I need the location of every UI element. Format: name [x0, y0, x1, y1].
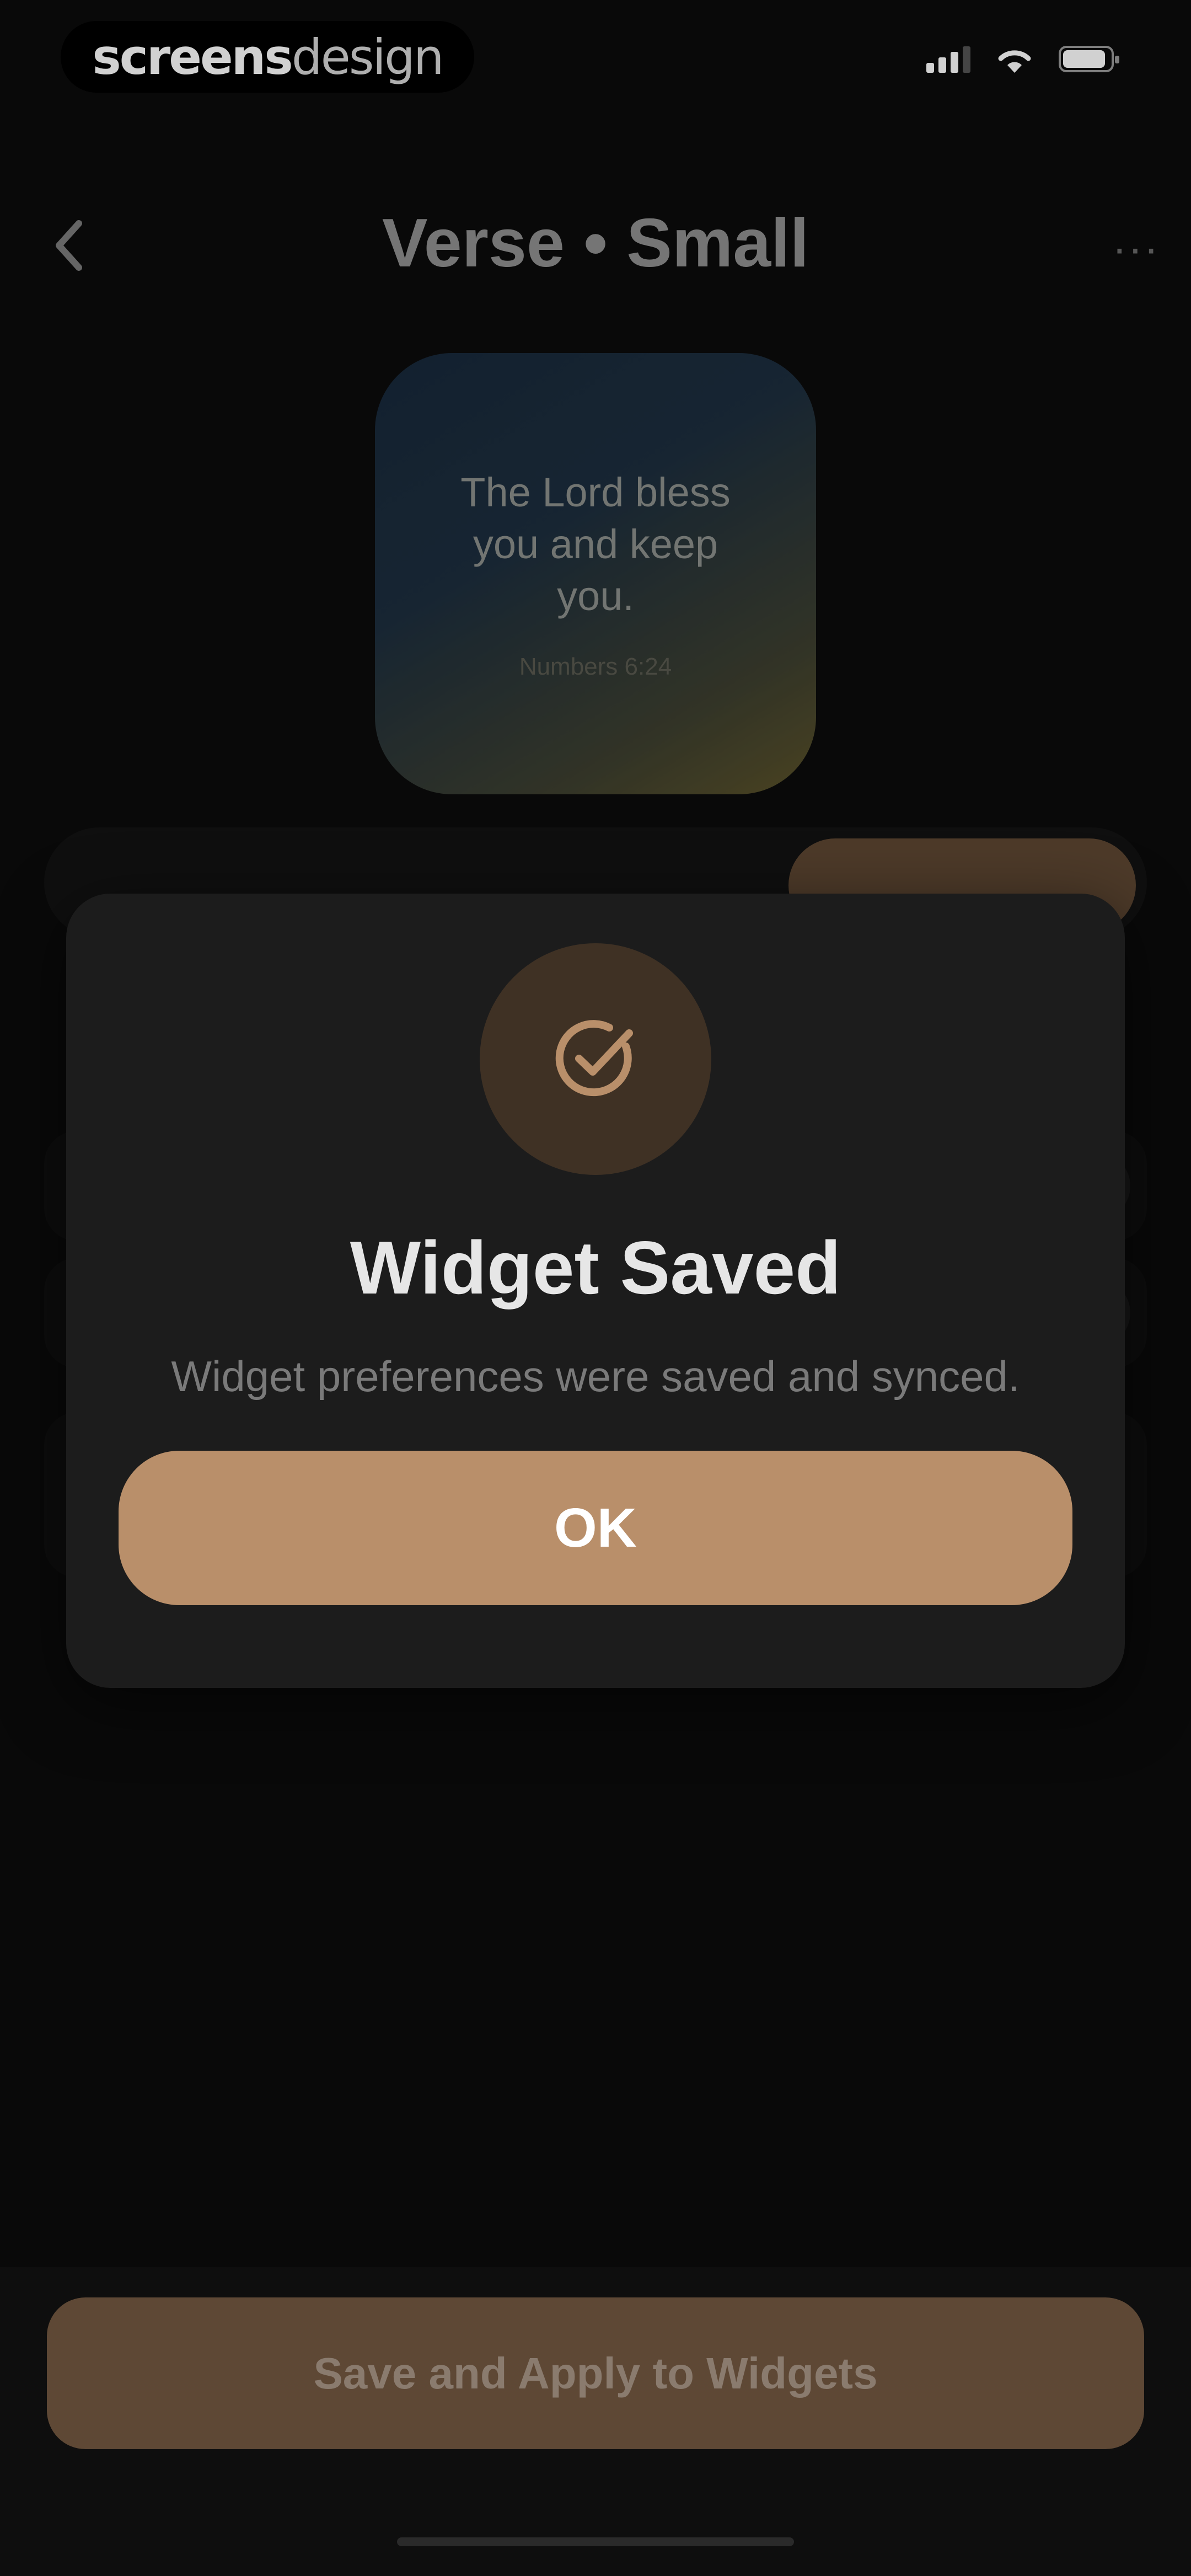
- widget-saved-dialog: Widget Saved Widget preferences were sav…: [66, 894, 1125, 1688]
- ok-button[interactable]: OK: [119, 1451, 1072, 1605]
- check-circle-icon: [555, 1020, 633, 1097]
- save-and-apply-button[interactable]: Save and Apply to Widgets: [47, 2297, 1144, 2449]
- success-badge: [480, 943, 711, 1175]
- home-indicator: [397, 2537, 794, 2546]
- dialog-message: Widget preferences were saved and synced…: [171, 1352, 1020, 1401]
- dialog-title: Widget Saved: [350, 1226, 841, 1310]
